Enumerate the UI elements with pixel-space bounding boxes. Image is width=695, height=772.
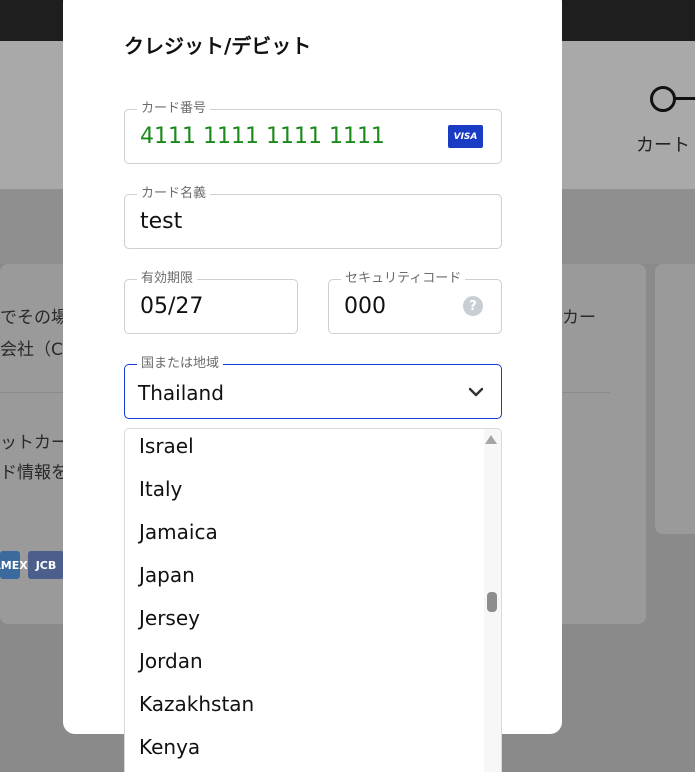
amex-logo-icon: AMEX: [0, 551, 28, 579]
jcb-logo-icon: JCB: [28, 551, 64, 579]
bg-text-1: でその場: [0, 308, 68, 328]
expiry-field[interactable]: 有効期限 05/27: [124, 270, 298, 334]
card-name-field[interactable]: カード名義 test: [124, 185, 502, 249]
side-card: [655, 264, 695, 534]
country-value: Thailand: [138, 381, 224, 405]
country-option[interactable]: Japan: [139, 563, 195, 587]
card-number-label: カード番号: [137, 100, 211, 118]
bg-text-4: ットカー: [0, 433, 68, 453]
bg-text-5: ド情報を: [0, 463, 68, 483]
country-option[interactable]: Israel: [139, 434, 194, 458]
country-select[interactable]: 国または地域 Thailand: [124, 355, 502, 419]
country-option[interactable]: Jordan: [139, 649, 203, 673]
country-option[interactable]: Jersey: [139, 606, 200, 630]
security-code-value: 000: [344, 294, 386, 319]
country-option[interactable]: Kazakhstan: [139, 692, 254, 716]
country-option[interactable]: Italy: [139, 477, 182, 501]
scroll-up-arrow-icon[interactable]: [485, 435, 497, 444]
help-icon[interactable]: ?: [463, 296, 483, 316]
expiry-value: 05/27: [140, 294, 204, 319]
visa-icon: VISA: [448, 125, 483, 148]
country-dropdown-list[interactable]: Israel Italy Jamaica Japan Jersey Jordan…: [124, 428, 502, 772]
security-code-field[interactable]: セキュリティコード 000 ?: [328, 270, 502, 334]
security-code-label: セキュリティコード: [341, 270, 466, 288]
bg-text-2: カー: [562, 308, 596, 328]
card-name-value: test: [140, 209, 183, 234]
scrollbar-thumb[interactable]: [487, 592, 497, 612]
step-connector: [674, 97, 695, 100]
card-name-label: カード名義: [137, 185, 211, 203]
modal-title: クレジット/デビット: [124, 34, 312, 58]
step-label-cart: カート: [636, 135, 690, 156]
card-number-field[interactable]: カード番号 4111 1111 1111 1111 VISA: [124, 100, 502, 164]
step-circle-icon: [650, 86, 676, 112]
bg-text-3: 会社（C: [0, 340, 63, 360]
country-option[interactable]: Jamaica: [139, 520, 218, 544]
dropdown-scrollbar[interactable]: [484, 429, 501, 772]
country-option[interactable]: Kenya: [139, 735, 200, 759]
expiry-label: 有効期限: [137, 270, 198, 288]
country-label: 国または地域: [137, 355, 224, 373]
chevron-down-icon: [468, 387, 484, 397]
card-number-value: 4111 1111 1111 1111: [140, 124, 385, 149]
